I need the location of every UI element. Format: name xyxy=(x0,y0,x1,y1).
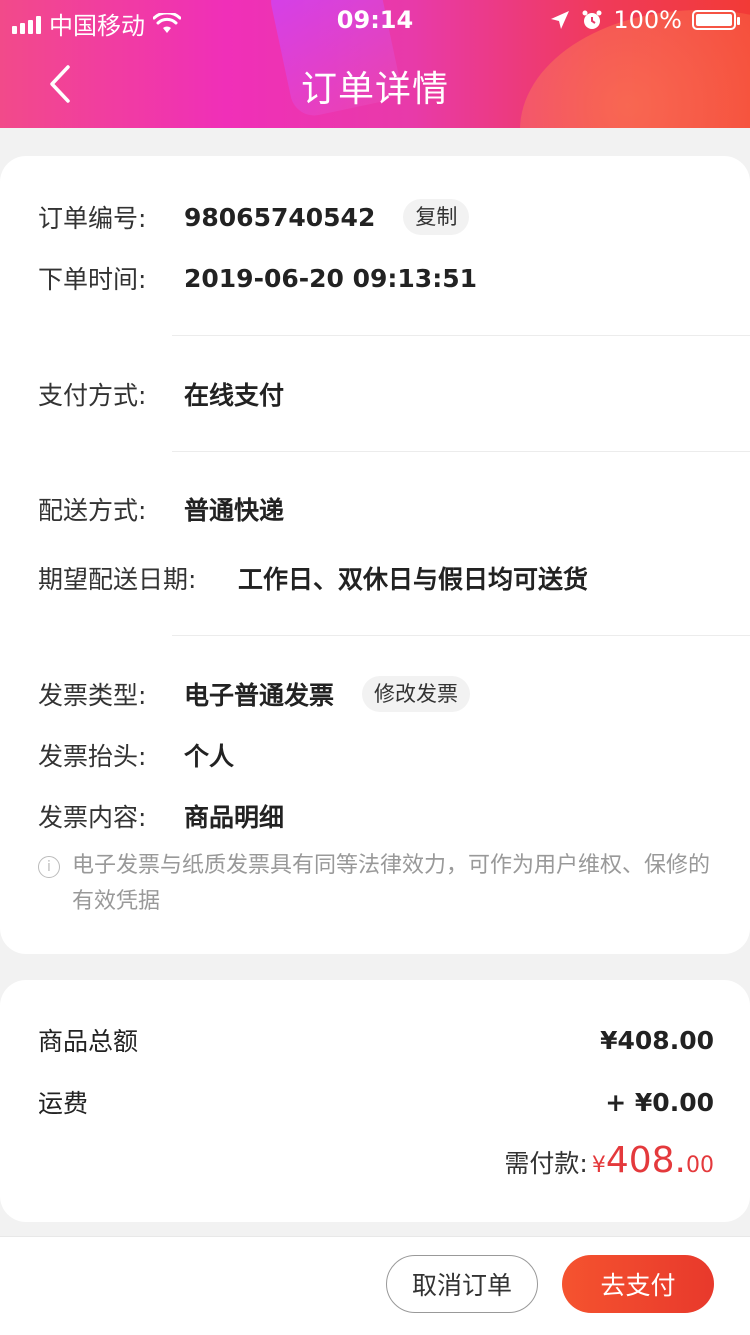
info-icon: i xyxy=(38,856,60,878)
divider xyxy=(172,335,750,336)
order-number-row: 订单编号: 98065740542 复制 xyxy=(38,197,714,237)
invoice-title-row: 发票抬头: 个人 xyxy=(38,735,714,775)
battery-icon xyxy=(692,10,740,30)
delivery-method-value: 普通快递 xyxy=(184,496,285,525)
delivery-method-label: 配送方式: xyxy=(38,496,147,525)
order-info-card: 订单编号: 98065740542 复制 下单时间: 2019-06-20 09… xyxy=(0,156,750,954)
modify-invoice-button[interactable]: 修改发票 xyxy=(362,676,471,712)
divider xyxy=(172,451,750,452)
invoice-note-text: 电子发票与纸质发票具有同等法律效力，可作为用户维权、保修的有效凭据 xyxy=(72,853,711,914)
amount-due-row: 需付款: ¥ 408. 00 xyxy=(504,1140,714,1181)
amount-due-integer: 408. xyxy=(605,1140,686,1181)
amount-due-currency: ¥ xyxy=(591,1153,606,1178)
invoice-note: i 电子发票与纸质发票具有同等法律效力，可作为用户维权、保修的有效凭据 xyxy=(38,848,714,920)
order-time-row: 下单时间: 2019-06-20 09:13:51 xyxy=(38,258,714,298)
invoice-type-label: 发票类型: xyxy=(38,681,147,710)
price-summary-card: 商品总额 ¥408.00 运费 + ¥0.00 需付款: ¥ 408. 00 xyxy=(0,980,750,1222)
cancel-order-button[interactable]: 取消订单 xyxy=(386,1255,538,1313)
delivery-date-label: 期望配送日期: xyxy=(38,565,197,594)
header: 中国移动 09:14 100% 订单详情 xyxy=(0,0,750,128)
page-title: 订单详情 xyxy=(300,69,449,110)
copy-button[interactable]: 复制 xyxy=(403,199,470,235)
order-time-label: 下单时间: xyxy=(38,265,147,294)
location-arrow-icon xyxy=(551,11,570,29)
delivery-method-row: 配送方式: 普通快递 xyxy=(38,489,714,529)
invoice-title-value: 个人 xyxy=(184,742,235,771)
order-time-value: 2019-06-20 09:13:51 xyxy=(184,263,477,293)
goods-total-label: 商品总额 xyxy=(38,1027,139,1056)
invoice-content-row: 发票内容: 商品明细 xyxy=(38,796,714,836)
payment-label: 支付方式: xyxy=(38,381,147,410)
order-number-label: 订单编号: xyxy=(38,204,147,233)
alarm-clock-icon xyxy=(582,10,602,29)
invoice-type-row: 发票类型: 电子普通发票 修改发票 xyxy=(38,674,714,714)
pay-button[interactable]: 去支付 xyxy=(562,1255,714,1313)
payment-row: 支付方式: 在线支付 xyxy=(38,374,714,414)
payment-value: 在线支付 xyxy=(184,381,285,410)
invoice-title-label: 发票抬头: xyxy=(38,742,147,771)
invoice-content-value: 商品明细 xyxy=(184,803,285,832)
battery-percent: 100% xyxy=(613,6,682,34)
delivery-date-row: 期望配送日期: 工作日、双休日与假日均可送货 xyxy=(38,558,714,598)
invoice-content-label: 发票内容: xyxy=(38,803,147,832)
shipping-label: 运费 xyxy=(38,1089,89,1118)
amount-due-decimal: 00 xyxy=(686,1153,714,1178)
shipping-row: 运费 + ¥0.00 xyxy=(38,1084,714,1120)
amount-due-label: 需付款: xyxy=(504,1149,588,1178)
delivery-date-value: 工作日、双休日与假日均可送货 xyxy=(238,565,589,594)
divider xyxy=(172,635,750,636)
bottom-action-bar: 取消订单 去支付 xyxy=(0,1236,750,1335)
goods-total-row: 商品总额 ¥408.00 xyxy=(38,1022,714,1058)
status-bar-right: 100% xyxy=(549,6,740,34)
goods-total-value: ¥408.00 xyxy=(600,1025,714,1055)
invoice-type-value: 电子普通发票 xyxy=(184,681,335,710)
shipping-value: + ¥0.00 xyxy=(605,1087,714,1117)
status-bar: 中国移动 09:14 100% xyxy=(0,0,750,40)
order-number-value: 98065740542 xyxy=(184,202,376,232)
